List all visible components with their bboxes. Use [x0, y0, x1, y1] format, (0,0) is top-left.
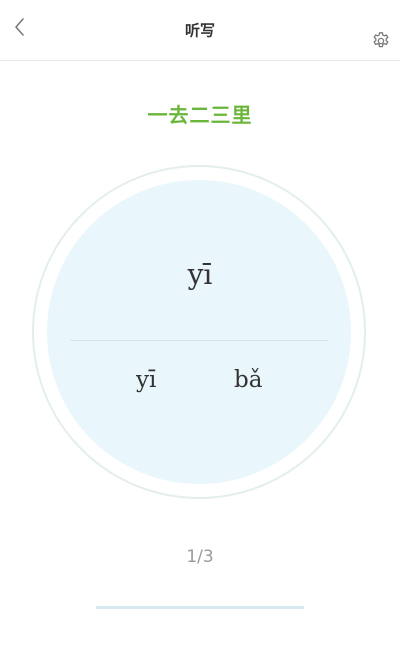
divider	[70, 340, 328, 341]
progress-bar	[96, 606, 304, 609]
top-nav-bar: 听写	[0, 0, 400, 61]
answer-option[interactable]: bǎ	[234, 367, 262, 393]
dictation-screen: 听写 一去二三里 yī yī bǎ 1/3	[0, 0, 400, 660]
progress-counter: 1/3	[186, 547, 214, 567]
answer-option[interactable]: yī	[136, 367, 156, 393]
gear-icon[interactable]	[371, 31, 391, 51]
question-circle	[47, 180, 351, 484]
question-pinyin: yī	[187, 258, 213, 291]
page-title: 听写	[184, 21, 215, 40]
lesson-title: 一去二三里	[147, 103, 253, 127]
